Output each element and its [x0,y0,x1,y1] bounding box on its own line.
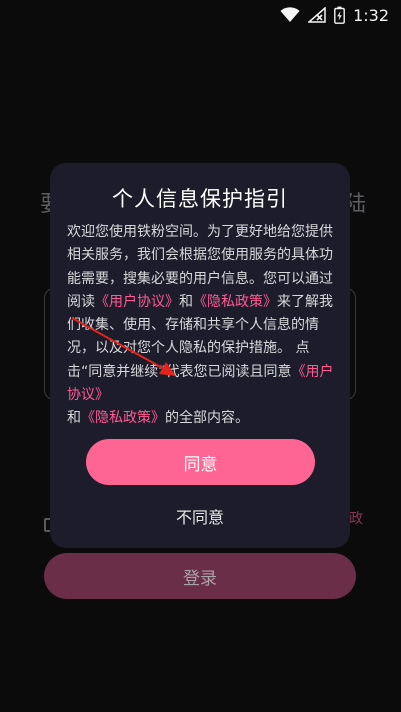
body-and-2: 和 [67,410,81,427]
user-agreement-link[interactable]: 《用户协议》 [95,294,179,310]
privacy-dialog: 个人信息保护指引 欢迎您使用铁粉空间。为了更好地给您提供相关服务，我们会根据您使… [50,163,350,548]
privacy-policy-link[interactable]: 《隐私政策》 [193,294,277,310]
privacy-policy-link-2[interactable]: 《隐私政策》 [81,410,165,426]
dialog-title: 个人信息保护指引 [112,187,288,211]
dialog-body: 欢迎您使用铁粉空间。为了更好地给您提供相关服务，我们会根据您使用服务的具体功能需… [67,221,335,431]
terms-link-fragment[interactable]: 政 [349,508,363,528]
body-text-3: 的全部内容。 [165,410,249,427]
disagree-button[interactable]: 不同意 [50,503,350,529]
login-button[interactable]: 登录 [44,553,356,599]
agree-button[interactable]: 同意 [86,439,315,485]
body-and-1: 和 [179,293,193,310]
